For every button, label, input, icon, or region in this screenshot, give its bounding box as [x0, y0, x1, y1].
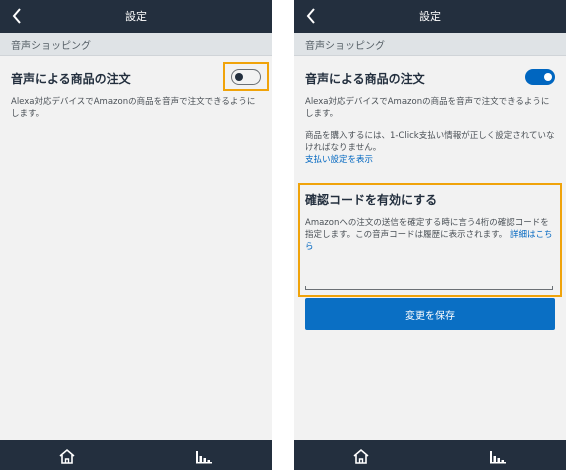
top-navigation-bar: 設定 [294, 0, 566, 33]
confirm-code-title: 確認コードを有効にする [305, 193, 438, 207]
page-title: 設定 [125, 10, 147, 23]
screen-settings-off: 設定 音声ショッピング 音声による商品の注文 Alexa対応デバイスでAmazo… [0, 0, 272, 470]
confirm-code-description: Amazonへの注文の送信を確定する時に言う4桁の確認コードを指定します。この音… [305, 217, 553, 253]
voice-ordering-label: 音声による商品の注文 [305, 72, 425, 86]
voice-ordering-label: 音声による商品の注文 [11, 72, 131, 86]
section-header: 音声ショッピング [0, 33, 272, 56]
voice-ordering-description: Alexa対応デバイスでAmazonの商品を音声で注文できるようにします。 [11, 97, 256, 119]
bars-icon[interactable] [490, 449, 506, 464]
highlight-box [223, 62, 269, 91]
purchase-note-text: 商品を購入するには、1-Click支払い情報が正しく設定されていなければなりませ… [305, 131, 555, 153]
home-icon[interactable] [58, 448, 76, 464]
section-header-label: 音声ショッピング [11, 41, 91, 52]
save-changes-button[interactable]: 変更を保存 [305, 298, 555, 330]
payment-settings-link[interactable]: 支払い設定を表示 [305, 155, 373, 165]
toggle-knob [544, 73, 552, 81]
confirm-code-input[interactable] [305, 286, 553, 290]
voice-ordering-description: Alexa対応デバイスでAmazonの商品を音声で注文できるようにします。 [305, 97, 550, 119]
bottom-navigation-bar [294, 440, 566, 470]
voice-ordering-toggle[interactable] [525, 69, 555, 85]
section-header: 音声ショッピング [294, 33, 566, 56]
purchase-note: 商品を購入するには、1-Click支払い情報が正しく設定されていなければなりませ… [305, 130, 555, 166]
bottom-navigation-bar [0, 440, 272, 470]
home-icon[interactable] [352, 448, 370, 464]
section-header-label: 音声ショッピング [305, 41, 385, 52]
page-title: 設定 [419, 10, 441, 23]
bars-icon[interactable] [196, 449, 212, 464]
top-navigation-bar: 設定 [0, 0, 272, 33]
screen-settings-on: 設定 音声ショッピング 音声による商品の注文 Alexa対応デバイスでAmazo… [294, 0, 566, 470]
